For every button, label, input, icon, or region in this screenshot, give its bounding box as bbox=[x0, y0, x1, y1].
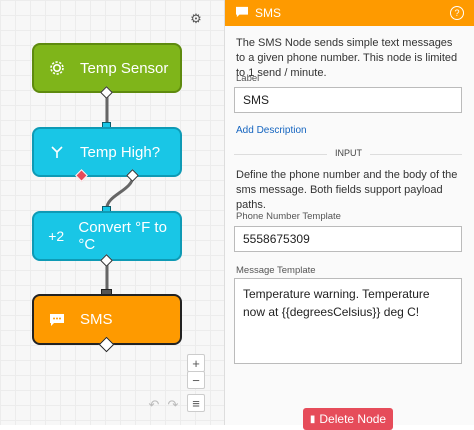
message-template-textarea[interactable]: Temperature warning. Temperature now at … bbox=[234, 278, 462, 364]
delete-node-button[interactable]: ▮ Delete Node bbox=[303, 408, 393, 430]
node-label: Temp High? bbox=[80, 143, 161, 161]
undo-icon[interactable]: ↶ bbox=[145, 396, 163, 414]
settings-icon[interactable]: ⚙ bbox=[187, 10, 205, 28]
redo-icon[interactable]: ↷ bbox=[164, 396, 182, 414]
add-description-link[interactable]: Add Description bbox=[236, 125, 307, 136]
node-temp-sensor[interactable]: Temp Sensor bbox=[32, 43, 182, 93]
zoom-in-button[interactable]: + bbox=[187, 354, 205, 372]
zoom-out-button[interactable]: − bbox=[187, 371, 205, 389]
menu-icon[interactable]: ≡ bbox=[187, 394, 205, 412]
phone-number-input[interactable]: 5558675309 bbox=[234, 226, 462, 252]
branch-icon bbox=[46, 144, 68, 160]
gear-icon bbox=[46, 60, 68, 76]
node-label: SMS bbox=[80, 311, 113, 328]
panel-description: The SMS Node sends simple text messages … bbox=[236, 37, 458, 79]
label-input[interactable]: SMS bbox=[234, 87, 462, 113]
node-label: Temp Sensor bbox=[80, 59, 169, 77]
delete-node-label: Delete Node bbox=[319, 412, 387, 426]
input-description: Define the phone number and the body of … bbox=[236, 169, 458, 211]
math-icon: +2 bbox=[48, 228, 65, 244]
message-icon bbox=[46, 313, 68, 327]
help-icon[interactable]: ? bbox=[450, 6, 464, 20]
panel-title: SMS bbox=[255, 6, 282, 20]
workflow-canvas[interactable]: ⚙ Temp Sensor Temp High? +2 Convert °F t… bbox=[0, 0, 224, 425]
trash-icon: ▮ bbox=[309, 413, 316, 425]
node-temp-high[interactable]: Temp High? bbox=[32, 127, 182, 177]
phone-caption: Phone Number Template bbox=[236, 211, 341, 222]
input-section-heading: INPUT bbox=[327, 148, 370, 158]
message-icon bbox=[235, 6, 249, 21]
label-caption: Label bbox=[236, 73, 260, 84]
node-label: Convert °F to °C bbox=[78, 219, 167, 253]
panel-header: SMS ? bbox=[225, 0, 474, 26]
message-caption: Message Template bbox=[236, 265, 316, 276]
node-convert[interactable]: +2 Convert °F to °C bbox=[32, 211, 182, 261]
